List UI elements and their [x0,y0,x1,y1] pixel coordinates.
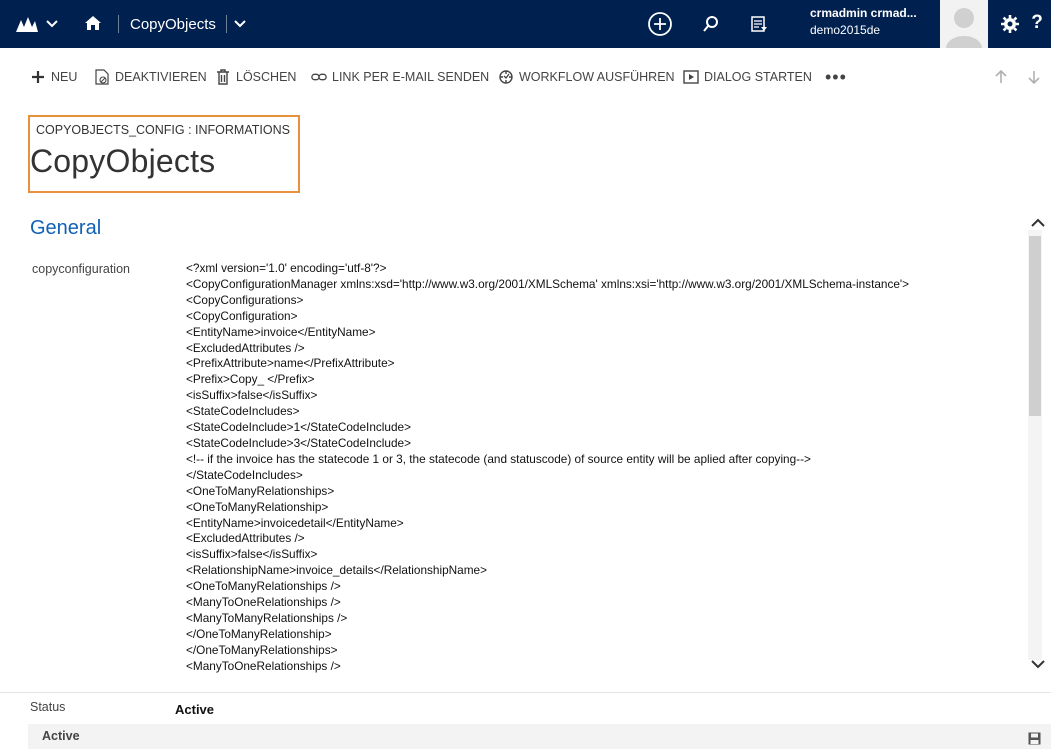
field-value-line: <EntityName>invoicedetail</EntityName> [186,515,404,530]
status-value: Active [175,702,215,717]
field-value-line: <CopyConfigurationManager xmlns:xsd='htt… [186,276,910,291]
field-value-line: <StateCodeIncludes> [186,404,300,419]
field-value-line: </OneToManyRelationship> [186,626,332,641]
scroll-up-chevron-icon[interactable] [1028,212,1048,232]
field-value-line: <isSuffix>false</isSuffix> [186,388,318,403]
field-value-line: <RelationshipName>invoice_details</Relat… [186,563,487,578]
run-workflow-button-label: WORKFLOW AUSFÜHREN [519,70,675,84]
create-plus-icon[interactable] [646,10,674,38]
deactivate-icon [94,69,110,85]
run-workflow-button[interactable]: WORKFLOW AUSFÜHREN [498,62,675,92]
plus-icon [30,69,46,85]
field-value-line: <ExcludedAttributes /> [186,531,305,546]
field-value-line: </StateCodeIncludes> [186,467,303,482]
field-value-line: <CopyConfigurations> [186,292,304,307]
dynamics-logo-icon[interactable] [14,12,40,36]
field-value-line: </OneToManyRelationships> [186,642,338,657]
delete-button[interactable]: LÖSCHEN [215,62,296,92]
field-value-line: <StateCodeInclude>3</StateCodeInclude> [186,435,411,450]
section-title: General [30,217,102,239]
workflow-icon [498,69,514,85]
field-value-line: <ManyToOneRelationships /> [186,595,341,610]
user-name: crmadmin crmad... [810,6,917,20]
save-icon[interactable] [1026,730,1042,746]
field-value-line: <StateCodeInclude>1</StateCodeInclude> [186,420,411,435]
chevron-down-icon[interactable] [44,16,60,32]
nav-divider [226,15,227,33]
home-icon[interactable] [82,12,104,34]
divider [0,692,1051,693]
start-dialog-button-label: DIALOG STARTEN [704,70,812,84]
delete-button-label: LÖSCHEN [236,70,297,84]
scrollbar-thumb[interactable] [1029,236,1041,416]
field-value-line: <OneToManyRelationships> [186,483,335,498]
field-value-line: <OneToManyRelationships /> [186,579,341,594]
field-value-line: <PrefixAttribute>name</PrefixAttribute> [186,356,395,371]
link-icon [311,69,327,85]
field-value-line: <ExcludedAttributes /> [186,340,305,355]
deactivate-button[interactable]: DEAKTIVIEREN [94,62,207,92]
field-label: copyconfiguration [32,262,130,276]
nav-entity-title[interactable]: CopyObjects [130,0,216,48]
field-value-line: <ManyToOneRelationships /> [186,658,341,673]
status-footer [28,724,1051,749]
email-link-button-label: LINK PER E-MAIL SENDEN [332,70,490,84]
form-selector[interactable]: COPYOBJECTS_CONFIG : INFORMATIONS [36,123,290,137]
field-value-line: <EntityName>invoice</EntityName> [186,324,376,339]
nav-divider [118,15,119,33]
page-title: CopyObjects [30,143,216,179]
deactivate-button-label: DEAKTIVIEREN [115,70,207,84]
organization-name: demo2015de [810,23,881,37]
field-value-line: <?xml version='1.0' encoding='utf-8'?> [186,261,387,275]
search-icon[interactable] [700,13,722,35]
user-info[interactable]: crmadmin crmad... demo2015de [810,4,940,44]
start-dialog-button[interactable]: DIALOG STARTEN [683,62,812,92]
status-label: Status [30,700,66,714]
help-icon[interactable]: ? [1026,10,1048,36]
new-button[interactable]: NEU [30,62,77,92]
field-value-line: <ManyToManyRelationships /> [186,610,348,625]
dialog-icon [683,69,699,85]
field-value-line: <!-- if the invoice has the statecode 1 … [186,451,811,466]
top-navigation-bar: CopyObjects crmadmin crmad... demo2015de… [0,0,1051,48]
previous-record-arrow-icon[interactable] [993,68,1009,86]
footer-state: Active [42,729,80,743]
command-bar: NEU DEAKTIVIEREN LÖSCHEN LINK PER E-MAIL… [0,62,1051,92]
new-button-label: NEU [51,70,78,84]
chevron-down-icon[interactable] [232,16,248,32]
avatar[interactable] [940,0,988,48]
advanced-find-icon[interactable] [748,13,770,35]
field-value-line: <CopyConfiguration> [186,308,298,323]
field-value-line: <isSuffix>false</isSuffix> [186,547,318,562]
field-value-line: <OneToManyRelationship> [186,499,329,514]
next-record-arrow-icon[interactable] [1026,68,1042,86]
email-link-button[interactable]: LINK PER E-MAIL SENDEN [311,62,489,92]
scroll-down-chevron-icon[interactable] [1028,654,1048,674]
field-value-line: <Prefix>Copy_ </Prefix> [186,372,315,387]
more-commands-button[interactable]: ••• [825,62,847,92]
gear-icon[interactable] [998,12,1022,36]
copyconfiguration-field[interactable]: <?xml version='1.0' encoding='utf-8'?> <C… [186,261,1026,691]
trash-icon [215,69,231,85]
